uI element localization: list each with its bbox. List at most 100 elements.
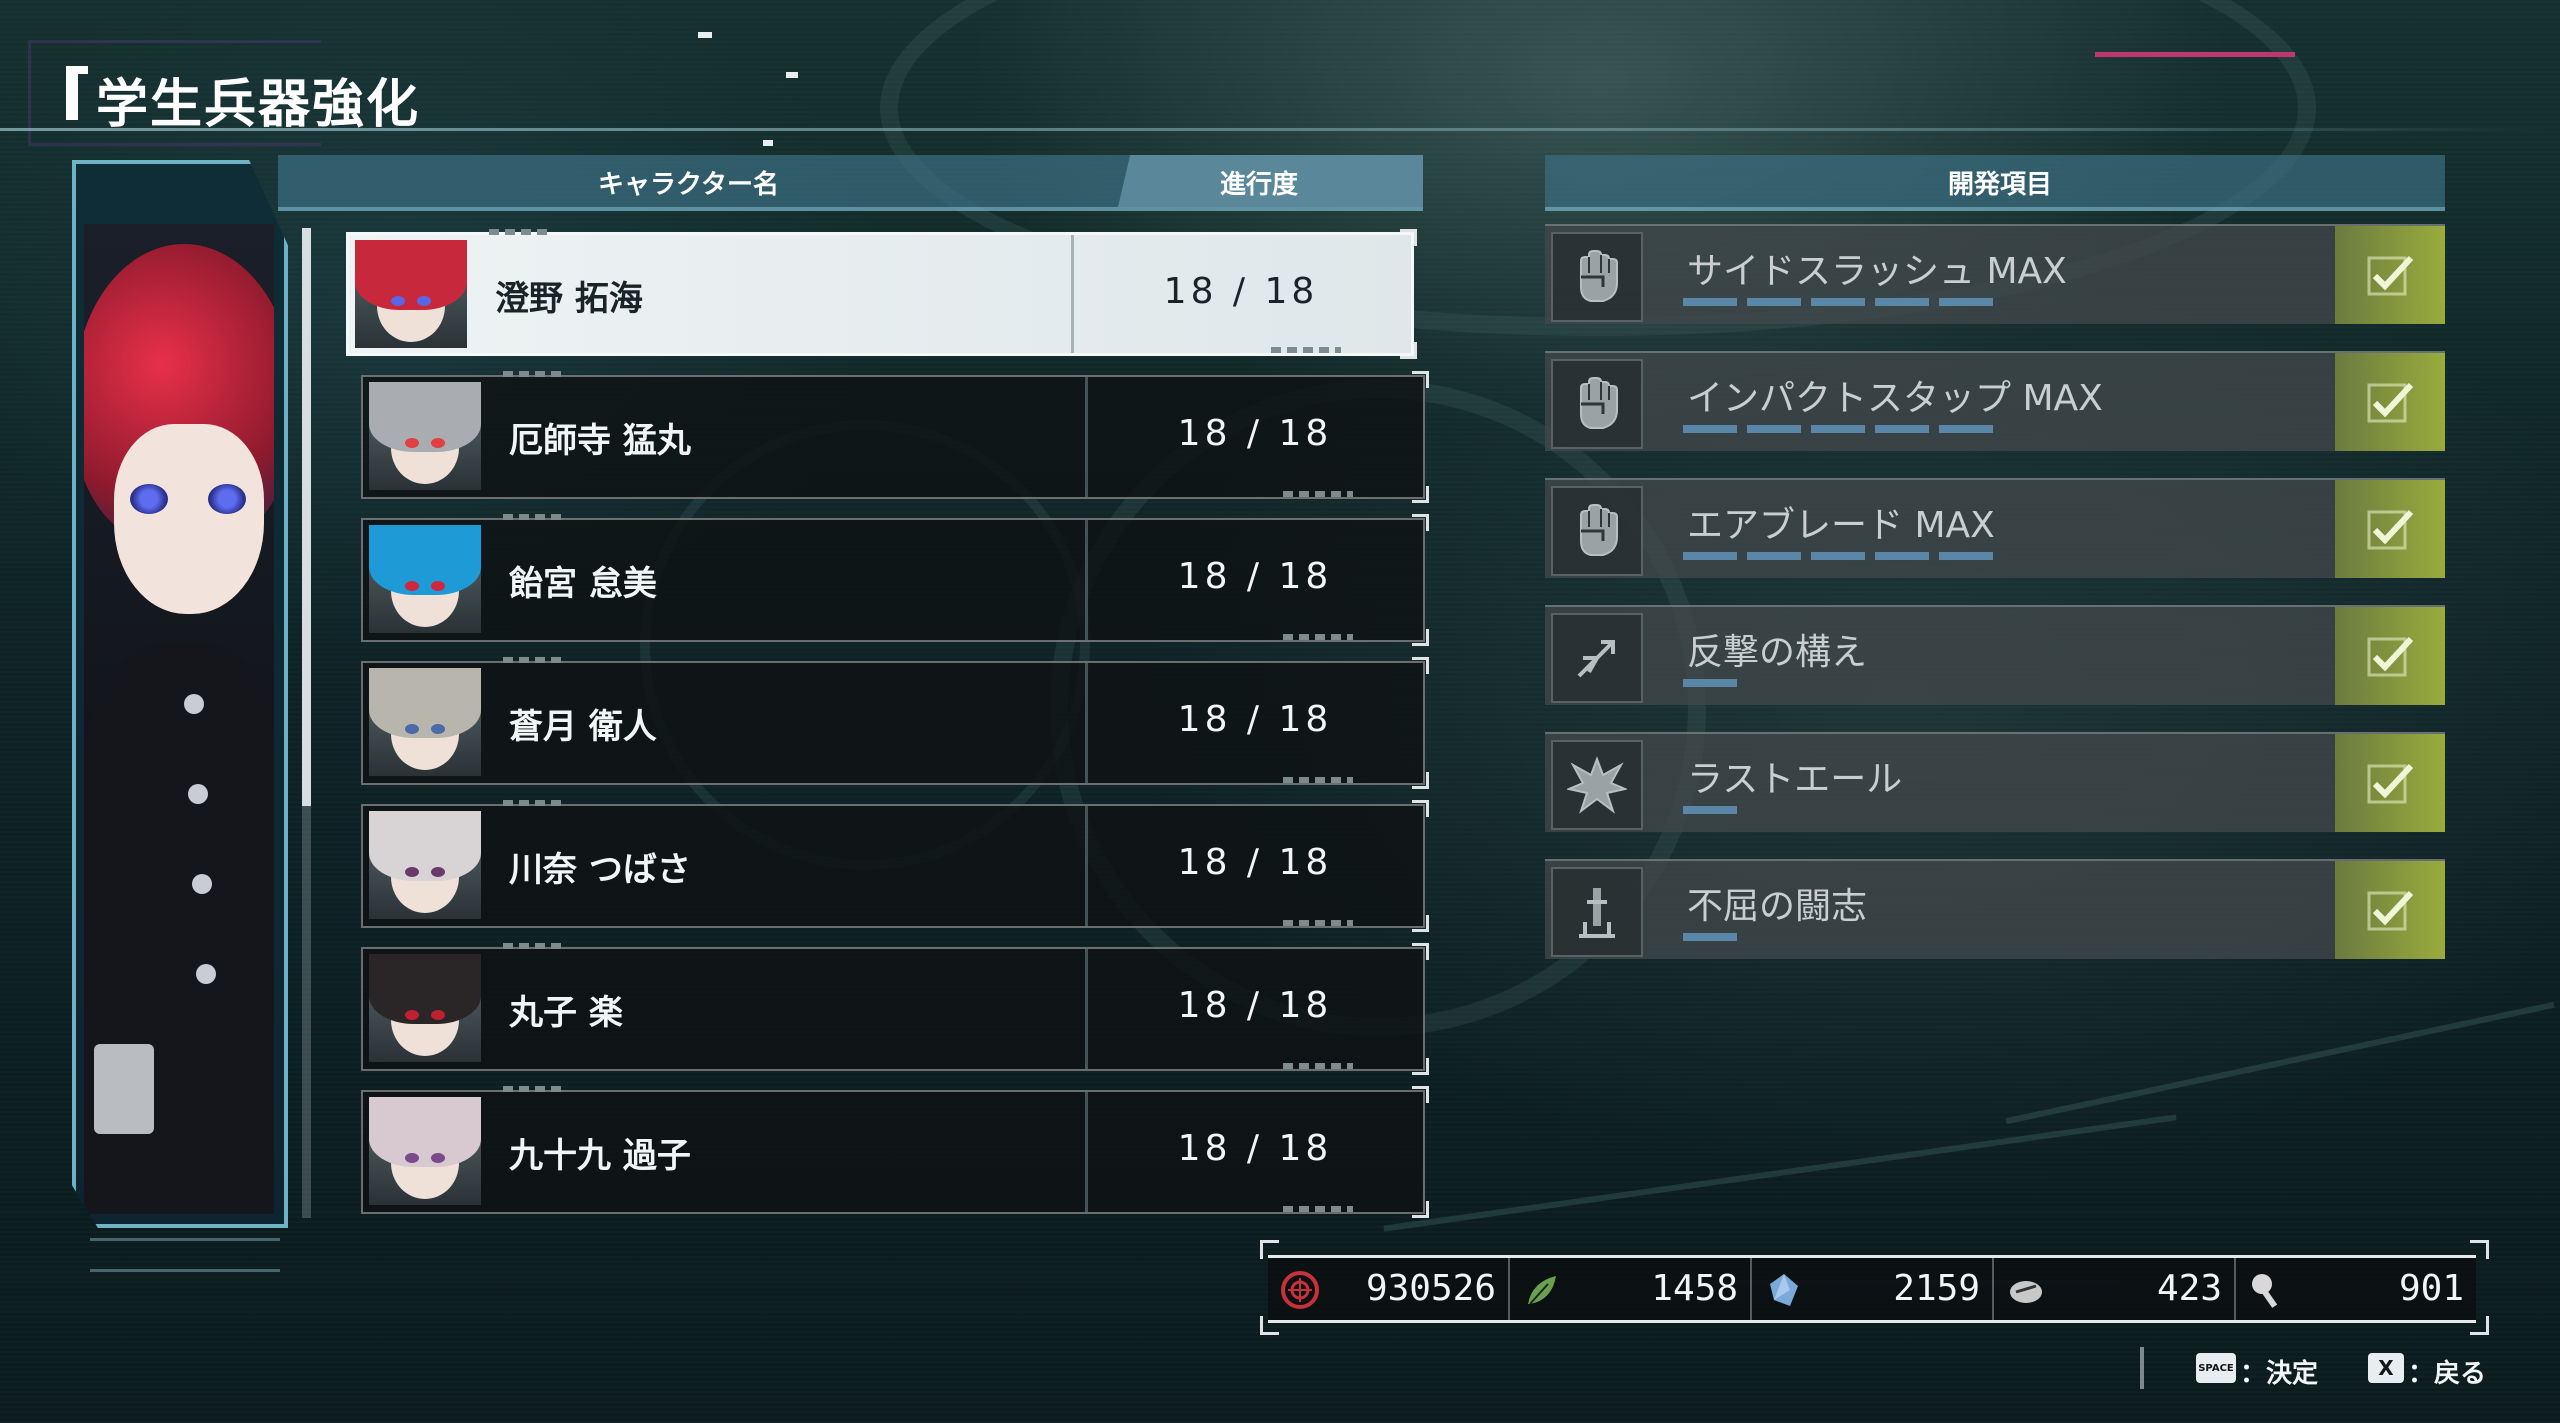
level-segment bbox=[1747, 298, 1801, 306]
character-name: 澄野 拓海 bbox=[495, 279, 643, 319]
character-progress: 18 / 18 bbox=[1177, 985, 1333, 1026]
development-item-name: エアブレード MAX bbox=[1687, 505, 1995, 546]
row-corner bbox=[1412, 772, 1429, 789]
character-row[interactable]: 澄野 拓海 18 / 18 bbox=[346, 229, 1417, 359]
deco-dash bbox=[786, 72, 798, 78]
currency-value: 1458 bbox=[1651, 1268, 1738, 1309]
development-item-name: 反撃の構え bbox=[1687, 632, 1868, 673]
check-icon bbox=[2335, 226, 2445, 324]
avatar-eye bbox=[431, 438, 445, 448]
level-segment bbox=[1683, 679, 1737, 687]
character-avatar bbox=[369, 811, 481, 919]
portrait-button bbox=[188, 784, 208, 804]
level-segment bbox=[1683, 933, 1737, 941]
x-key-icon: X bbox=[2368, 1353, 2404, 1383]
counter-icon bbox=[1551, 613, 1643, 703]
row-corner bbox=[1400, 342, 1417, 359]
development-item-name: インパクトスタップ MAX bbox=[1687, 378, 2103, 419]
character-avatar bbox=[369, 382, 481, 490]
row-corner bbox=[1412, 1058, 1429, 1075]
development-level-gauge bbox=[1683, 298, 1993, 306]
row-decoration bbox=[503, 800, 563, 806]
portrait-button bbox=[184, 694, 204, 714]
row-corner bbox=[1412, 371, 1429, 388]
leaf-icon bbox=[1522, 1270, 1562, 1310]
character-progress: 18 / 18 bbox=[1177, 556, 1333, 597]
check-icon bbox=[2335, 861, 2445, 959]
panel-decoration bbox=[90, 1238, 280, 1272]
avatar-hair bbox=[369, 525, 481, 595]
portrait-pouch bbox=[94, 1044, 154, 1134]
portrait-eye bbox=[208, 484, 246, 514]
avatar-eye bbox=[431, 1010, 445, 1020]
currency-bar: 930526 1458 2159 423 901 bbox=[1268, 1255, 2476, 1323]
development-item[interactable]: 反撃の構え bbox=[1545, 605, 2445, 705]
row-decoration bbox=[503, 514, 563, 520]
check-icon bbox=[2335, 353, 2445, 451]
level-segment bbox=[1875, 298, 1929, 306]
title-accent-line bbox=[2095, 52, 2295, 57]
scrollbar-thumb[interactable] bbox=[302, 228, 311, 806]
character-progress: 18 / 18 bbox=[1177, 1128, 1333, 1169]
development-item[interactable]: エアブレード MAX bbox=[1545, 478, 2445, 578]
wrench-icon bbox=[2248, 1270, 2288, 1310]
deco-dash bbox=[698, 32, 712, 38]
row-decoration bbox=[1283, 777, 1353, 783]
development-level-gauge bbox=[1683, 552, 1993, 560]
development-item[interactable]: 不屈の闘志 bbox=[1545, 859, 2445, 959]
avatar-eye bbox=[405, 867, 419, 877]
row-corner bbox=[1412, 1086, 1429, 1103]
row-corner bbox=[1412, 657, 1429, 674]
development-item[interactable]: インパクトスタップ MAX bbox=[1545, 351, 2445, 451]
row-corner bbox=[1412, 915, 1429, 932]
row-decoration bbox=[1283, 491, 1353, 497]
development-item[interactable]: サイドスラッシュ MAX bbox=[1545, 224, 2445, 324]
selected-character-portrait bbox=[72, 160, 288, 1228]
row-decoration bbox=[503, 943, 563, 949]
avatar-eye bbox=[405, 581, 419, 591]
avatar-eye bbox=[431, 581, 445, 591]
level-segment bbox=[1811, 298, 1865, 306]
development-item-name: ラストエール bbox=[1687, 759, 1903, 800]
back-hint[interactable]: ：戻る bbox=[2408, 1353, 2486, 1390]
space-key-icon: SPACE bbox=[2196, 1353, 2236, 1383]
level-segment bbox=[1747, 552, 1801, 560]
level-segment bbox=[1939, 552, 1993, 560]
character-row[interactable]: 厄師寺 猛丸 18 / 18 bbox=[361, 371, 1429, 503]
character-row[interactable]: 丸子 楽 18 / 18 bbox=[361, 943, 1429, 1075]
check-icon bbox=[2335, 607, 2445, 705]
character-name: 川奈 つばさ bbox=[509, 850, 691, 890]
row-decoration bbox=[503, 1086, 563, 1092]
avatar-hair bbox=[369, 1097, 481, 1167]
title-marker bbox=[66, 72, 78, 120]
character-row[interactable]: 蒼月 衛人 18 / 18 bbox=[361, 657, 1429, 789]
avatar-eye bbox=[405, 724, 419, 734]
character-row[interactable]: 川奈 つばさ 18 / 18 bbox=[361, 800, 1429, 932]
character-row[interactable]: 九十九 過子 18 / 18 bbox=[361, 1086, 1429, 1218]
character-avatar bbox=[369, 954, 481, 1062]
avatar-eye bbox=[417, 296, 431, 306]
character-name: 丸子 楽 bbox=[509, 993, 623, 1033]
row-corner bbox=[1412, 1201, 1429, 1218]
currency-item: 1458 bbox=[1508, 1258, 1750, 1320]
fist-icon bbox=[1551, 486, 1643, 576]
development-header-label: 開発項目 bbox=[1948, 170, 2053, 200]
check-icon bbox=[2335, 734, 2445, 832]
avatar-hair bbox=[369, 954, 481, 1024]
avatar-eye bbox=[405, 1010, 419, 1020]
character-progress: 18 / 18 bbox=[1177, 699, 1333, 740]
currency-item: 901 bbox=[2234, 1258, 2476, 1320]
confirm-hint[interactable]: ：決定 bbox=[2240, 1353, 2318, 1390]
row-corner bbox=[1412, 800, 1429, 817]
fist-icon bbox=[1551, 359, 1643, 449]
avatar-eye bbox=[405, 438, 419, 448]
row-decoration bbox=[1271, 347, 1341, 353]
row-decoration bbox=[1283, 1063, 1353, 1069]
portrait-art bbox=[84, 224, 274, 1214]
row-decoration bbox=[503, 657, 563, 663]
portrait-eye bbox=[130, 484, 168, 514]
row-corner bbox=[1412, 629, 1429, 646]
level-segment bbox=[1683, 806, 1737, 814]
development-item[interactable]: ラストエール bbox=[1545, 732, 2445, 832]
character-row[interactable]: 飴宮 怠美 18 / 18 bbox=[361, 514, 1429, 646]
